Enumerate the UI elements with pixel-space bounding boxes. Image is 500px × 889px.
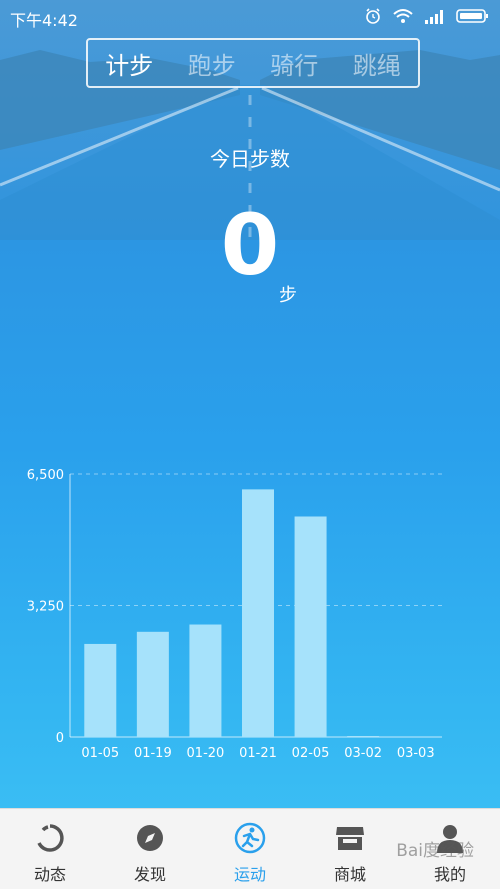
bar: [189, 624, 222, 737]
x-tick-label: 02-05: [292, 746, 330, 761]
status-bar: 下午4:42: [0, 0, 500, 34]
bar: [294, 516, 327, 737]
run-icon: [233, 821, 267, 855]
x-tick-label: 01-21: [239, 746, 277, 761]
battery-icon: [456, 9, 488, 23]
mode-tabs: 计步 跑步 骑行 跳绳: [86, 38, 420, 88]
today-steps-label: 今日步数: [210, 147, 290, 171]
steps-unit: 步: [279, 285, 297, 306]
tab-discover[interactable]: 发现: [100, 809, 200, 889]
tab-discover-label: 发现: [133, 865, 166, 884]
status-icons: [364, 7, 490, 25]
y-tick-label: 3,250: [27, 600, 64, 615]
x-tick-label: 03-03: [397, 746, 435, 761]
wifi-icon: [393, 9, 413, 23]
tab-feed-label: 动态: [33, 865, 66, 884]
feed-icon: [33, 821, 67, 855]
tab-profile-label: 我的: [433, 865, 466, 884]
tab-sport[interactable]: 运动: [200, 809, 300, 889]
tab-shop[interactable]: 商城: [300, 809, 400, 889]
x-tick-label: 01-20: [187, 746, 225, 761]
tab-shop-label: 商城: [333, 865, 366, 884]
alarm-icon: [366, 8, 380, 24]
tab-sport-label: 运动: [233, 865, 266, 884]
y-tick-label: 0: [56, 731, 64, 746]
x-tick-label: 01-05: [81, 746, 119, 761]
x-tick-label: 01-19: [134, 746, 172, 761]
compass-icon: [133, 821, 167, 855]
status-time: 下午4:42: [10, 11, 78, 30]
watermark: Bai度经验: [396, 841, 474, 861]
bar: [84, 643, 117, 737]
tab-jump-rope[interactable]: 跳绳: [353, 46, 401, 81]
tab-cycling[interactable]: 骑行: [270, 46, 318, 81]
tab-pedometer[interactable]: 计步: [105, 46, 153, 81]
y-tick-label: 6,500: [27, 468, 64, 483]
shop-icon: [333, 821, 367, 855]
signal-icon: [425, 10, 443, 24]
bar: [242, 489, 274, 737]
bar: [347, 736, 380, 737]
tab-feed[interactable]: 动态: [0, 809, 100, 889]
steps-bar-chart: 0 3,250 6,500 01-05 01-19 01-20 01-21 02-05 03-0…: [27, 468, 442, 761]
x-tick-label: 03-02: [344, 746, 382, 761]
bar: [136, 631, 169, 737]
tab-running[interactable]: 跑步: [188, 46, 236, 81]
